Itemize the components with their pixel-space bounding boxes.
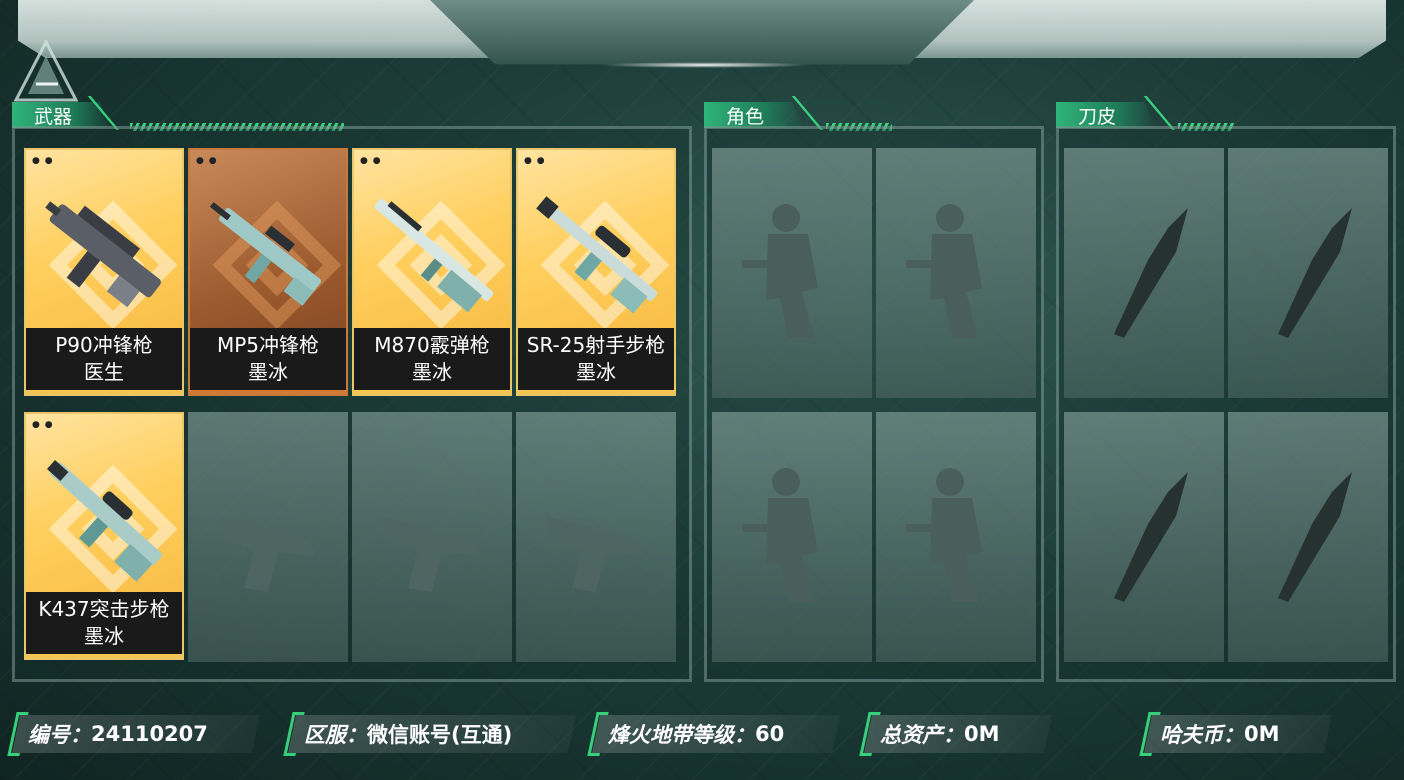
info-assets-label: 总资产： — [880, 723, 964, 747]
header-notch — [430, 0, 974, 65]
weapon-skin: 墨冰 — [248, 360, 288, 384]
weapon-card[interactable]: ● ● MP5冲锋枪 墨冰 — [188, 148, 348, 396]
weapon-skin: 墨冰 — [84, 624, 124, 648]
info-id-value: 24110207 — [91, 722, 208, 746]
weapon-card[interactable]: ● ● K437突击步枪 墨冰 — [24, 412, 184, 660]
knife-slot[interactable] — [1064, 412, 1224, 662]
soldier-icon — [742, 468, 818, 602]
info-assets-value: 0M — [964, 722, 1000, 746]
empty-weapon-slot[interactable] — [352, 412, 512, 662]
card-dots: ● ● — [32, 156, 54, 166]
card-dots: ● ● — [360, 156, 382, 166]
section-tab-knives: 刀皮 — [1056, 102, 1156, 128]
soldier-icon — [906, 468, 982, 602]
info-assets: 总资产： 0M — [859, 712, 1064, 756]
info-id: 编号： 24110207 — [7, 712, 272, 756]
section-title-weapons: 武器 — [34, 105, 73, 128]
weapon-name: K437突击步枪 — [38, 597, 170, 621]
knife-slot[interactable] — [1064, 148, 1224, 398]
game-logo-icon — [14, 40, 78, 102]
header-glow — [600, 62, 810, 68]
smg-icon — [209, 202, 321, 306]
pistol-icon — [218, 516, 316, 592]
pistol-icon — [382, 516, 480, 592]
info-coins: 哈夫币： 0M — [1139, 712, 1344, 756]
info-level-label: 烽火地带等级： — [608, 723, 755, 747]
weapon-caption: MP5冲锋枪 墨冰 — [190, 328, 346, 394]
role-slot[interactable] — [876, 412, 1036, 662]
section-tab-roles: 角色 — [704, 102, 804, 128]
rifle-icon — [46, 460, 163, 582]
info-coins-value: 0M — [1244, 722, 1280, 746]
smg-icon — [45, 201, 161, 308]
soldier-icon — [742, 204, 818, 338]
weapon-caption: SR-25射手步枪 墨冰 — [518, 328, 674, 394]
knife-icon — [1114, 208, 1188, 338]
weapon-name: MP5冲锋枪 — [216, 333, 320, 357]
weapon-name: SR-25射手步枪 — [526, 333, 666, 357]
weapon-card[interactable]: ● ● M870霰弹枪 墨冰 — [352, 148, 512, 396]
card-dots: ● ● — [524, 156, 546, 166]
pistol-icon — [546, 516, 644, 592]
knife-slot[interactable] — [1228, 148, 1388, 398]
empty-weapon-slot[interactable] — [188, 412, 348, 662]
knife-icon — [1278, 472, 1352, 602]
weapon-skin: 墨冰 — [576, 360, 616, 384]
role-slot[interactable] — [712, 148, 872, 398]
role-slot[interactable] — [712, 412, 872, 662]
weapon-name: P90冲锋枪 — [55, 333, 153, 357]
info-server-value: 微信账号(互通) — [367, 723, 513, 747]
soldier-icon — [906, 204, 982, 338]
weapon-skin: 医生 — [84, 360, 124, 384]
role-slot[interactable] — [876, 148, 1036, 398]
section-title-knives: 刀皮 — [1078, 105, 1117, 128]
weapon-caption: P90冲锋枪 医生 — [26, 328, 182, 394]
info-coins-label: 哈夫币： — [1160, 723, 1244, 747]
info-server: 区服： 微信账号(互通) — [283, 712, 588, 756]
weapon-card[interactable]: ● ● SR-25射手步枪 墨冰 — [516, 148, 676, 396]
weapon-caption: K437突击步枪 墨冰 — [26, 592, 182, 658]
info-level: 烽火地带等级： 60 — [587, 712, 852, 756]
info-server-label: 区服： — [304, 723, 367, 747]
info-id-label: 编号： — [28, 723, 91, 747]
weapon-caption: M870霰弹枪 墨冰 — [354, 328, 510, 394]
weapon-skin: 墨冰 — [412, 360, 452, 384]
info-level-value: 60 — [755, 722, 785, 746]
empty-weapon-slot[interactable] — [516, 412, 676, 662]
weapon-name: M870霰弹枪 — [374, 333, 490, 357]
section-title-roles: 角色 — [726, 105, 765, 128]
knife-icon — [1278, 208, 1352, 338]
shotgun-icon — [374, 199, 494, 313]
knife-icon — [1114, 472, 1188, 602]
knife-slot[interactable] — [1228, 412, 1388, 662]
weapon-card[interactable]: ● ● P90冲锋枪 医生 — [24, 148, 184, 396]
card-dots: ● ● — [32, 420, 54, 430]
card-dots: ● ● — [196, 156, 218, 166]
rifle-icon — [536, 196, 658, 314]
